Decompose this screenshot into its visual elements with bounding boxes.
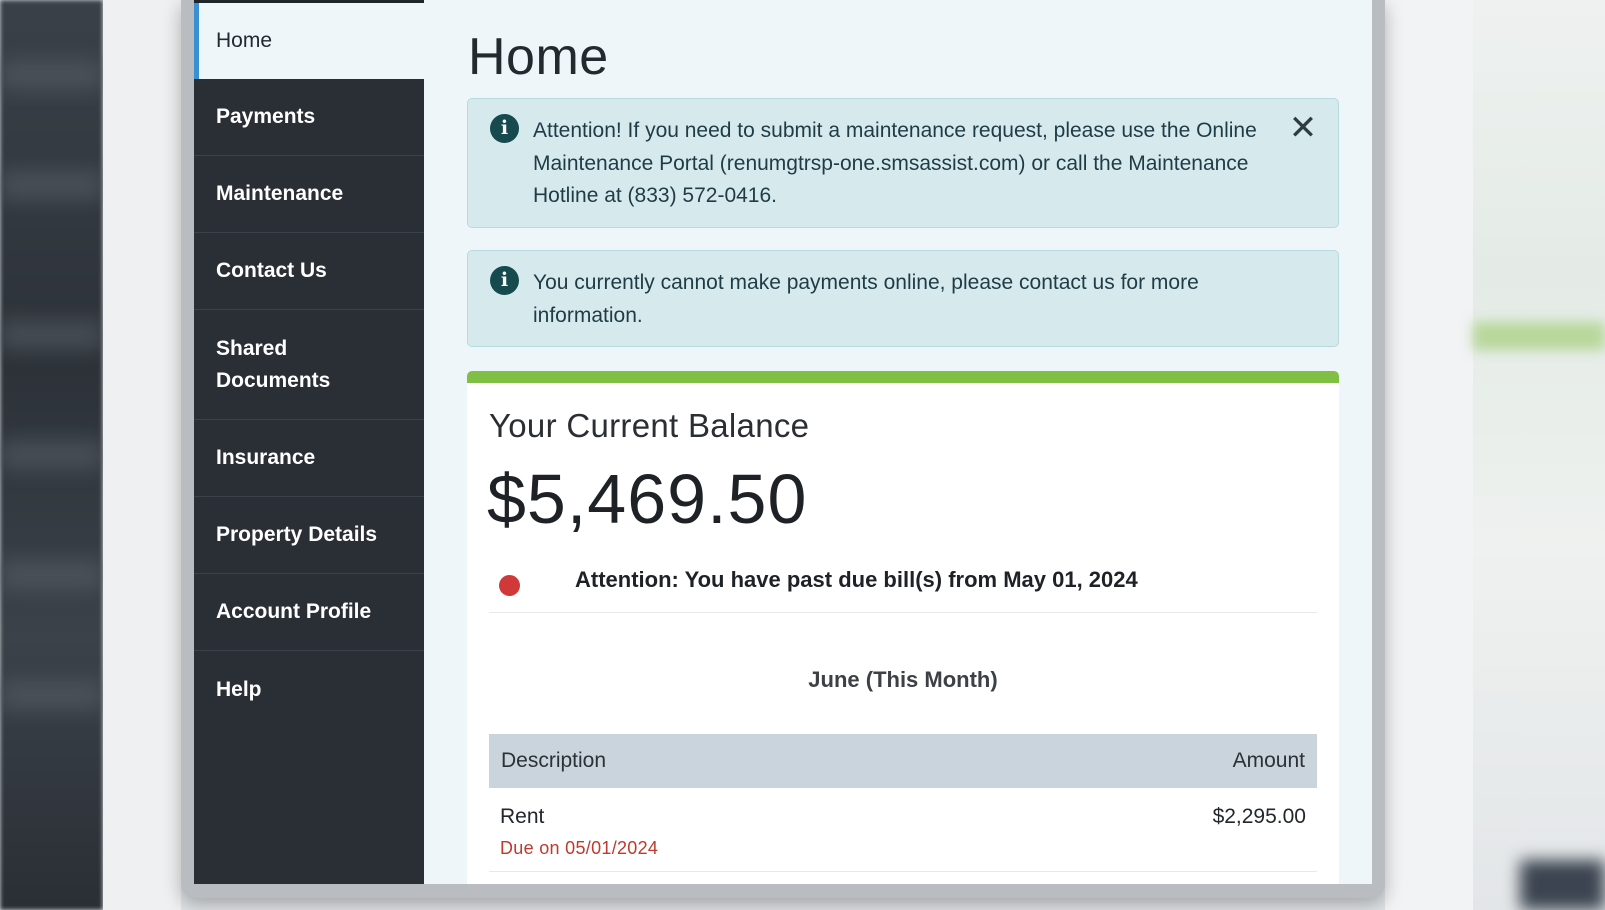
column-header-amount: Amount: [1232, 749, 1305, 772]
sidebar-item-label: Payments: [216, 105, 316, 128]
card-title: Your Current Balance: [489, 407, 810, 444]
blurred-dark-corner: [1520, 860, 1605, 910]
blurred-streak: [0, 440, 103, 470]
background-strip-right: [1385, 0, 1473, 910]
blurred-green-bar: [1473, 322, 1605, 350]
sidebar-item-label: Contact Us: [216, 259, 327, 282]
sidebar-item-label: Help: [216, 677, 262, 701]
blurred-streak: [0, 170, 103, 200]
past-due-status-dot: [499, 575, 520, 596]
divider: [489, 612, 1317, 613]
page-title: Home: [468, 27, 609, 86]
app-window: Home Payments Maintenance Contact Us Sha…: [181, 0, 1385, 898]
sidebar-item-label: Shared Documents: [216, 336, 331, 392]
blurred-streak: [0, 60, 103, 90]
charge-description: Rent: [500, 805, 545, 828]
sidebar: Home Payments Maintenance Contact Us Sha…: [194, 0, 424, 884]
sidebar-item-property-details[interactable]: Property Details: [194, 497, 424, 574]
sidebar-item-payments[interactable]: Payments: [194, 79, 424, 156]
info-icon: i: [490, 266, 519, 295]
blurred-streak: [0, 560, 103, 590]
sidebar-item-help[interactable]: Help: [194, 651, 424, 728]
sidebar-item-account-profile[interactable]: Account Profile: [194, 574, 424, 651]
close-icon[interactable]: ✕: [1288, 111, 1318, 145]
blurred-streak: [0, 680, 103, 710]
background-panel-left: [103, 0, 181, 910]
current-balance: $5,469.50: [487, 460, 808, 538]
sidebar-item-home[interactable]: Home: [194, 3, 424, 79]
charges-table-header: Description Amount: [489, 734, 1317, 788]
charge-due-date: Due on 05/01/2024: [500, 838, 659, 858]
charge-amount: $2,295.00: [1212, 805, 1306, 828]
month-label: June (This Month): [808, 667, 998, 692]
info-icon: i: [490, 114, 519, 143]
blurred-background-right: [1473, 0, 1605, 910]
app-screen: Home Payments Maintenance Contact Us Sha…: [194, 0, 1372, 884]
payments-alert: i You currently cannot make payments onl…: [467, 250, 1339, 347]
sidebar-item-label: Maintenance: [216, 182, 344, 205]
sidebar-item-contact-us[interactable]: Contact Us: [194, 233, 424, 310]
alert-text: You currently cannot make payments onlin…: [533, 271, 1199, 327]
past-due-notice: Attention: You have past due bill(s) fro…: [575, 567, 1138, 592]
sidebar-item-shared-documents[interactable]: Shared Documents: [194, 310, 424, 420]
sidebar-item-label: Account Profile: [216, 600, 372, 623]
maintenance-alert: i Attention! If you need to submit a mai…: [467, 98, 1339, 228]
sidebar-item-label: Property Details: [216, 523, 378, 546]
blurred-streak: [0, 320, 103, 350]
sidebar-item-label: Insurance: [216, 446, 316, 469]
divider: [489, 871, 1317, 872]
balance-card: Your Current Balance $5,469.50 Attention…: [467, 371, 1339, 884]
sidebar-item-label: Home: [216, 29, 273, 52]
sidebar-item-maintenance[interactable]: Maintenance: [194, 156, 424, 233]
card-accent-bar: [467, 371, 1339, 383]
column-header-description: Description: [501, 749, 607, 772]
sidebar-item-insurance[interactable]: Insurance: [194, 420, 424, 497]
alert-text: Attention! If you need to submit a maint…: [533, 119, 1257, 207]
